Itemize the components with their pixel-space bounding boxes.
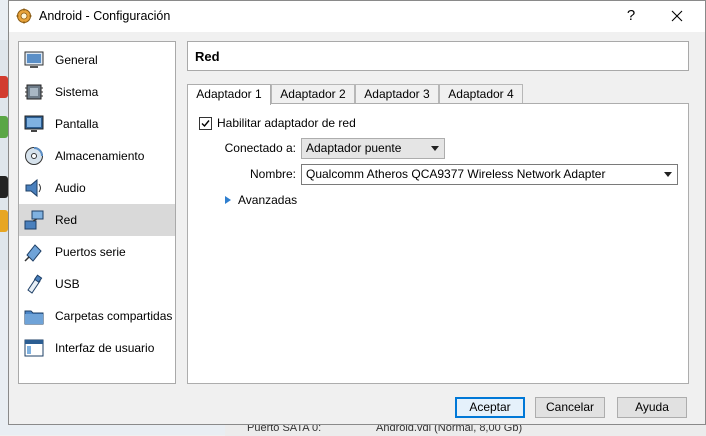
tab-adaptador-3[interactable]: Adaptador 3 [355,84,439,104]
tab-adaptador-4[interactable]: Adaptador 4 [439,84,523,104]
sidebar-item-label: Puertos serie [55,245,126,259]
sidebar-item-puertos-serie[interactable]: Puertos serie [19,236,175,268]
sidebar-item-usb[interactable]: USB [19,268,175,300]
general-icon [24,51,44,68]
title-bar[interactable]: Android - Configuración ? [9,1,705,32]
background-app-icon [0,116,8,138]
tab-adaptador-2[interactable]: Adaptador 2 [271,84,355,104]
sidebar-item-general[interactable]: General [19,44,175,76]
sidebar-item-label: Sistema [55,85,99,99]
sidebar-item-label: General [55,53,98,67]
background-app-icon [0,176,8,198]
adapter-panel: Habilitar adaptador de red Conectado a: … [187,103,689,384]
network-icon [24,210,44,230]
sidebar-item-label: Interfaz de usuario [55,341,155,355]
expand-arrow-icon [225,196,231,204]
page-header: Red [187,41,689,71]
checkmark-icon [201,120,210,128]
advanced-expander[interactable]: Avanzadas [225,193,297,207]
tab-adaptador-1[interactable]: Adaptador 1 [187,84,271,105]
background-app-icon [0,76,8,98]
sidebar-item-carpetas-compartidas[interactable]: Carpetas compartidas [19,300,175,332]
enable-adapter-label[interactable]: Habilitar adaptador de red [217,116,356,130]
help-button[interactable]: Ayuda [617,397,687,418]
adapter-name-value: Qualcomm Atheros QCA9377 Wireless Networ… [306,167,606,181]
sidebar-item-label: Carpetas compartidas [55,309,173,323]
chip-icon [25,84,43,100]
chevron-down-icon [431,146,439,151]
close-button[interactable] [667,6,687,26]
accept-button[interactable]: Aceptar [455,397,525,418]
sidebar-item-label: Audio [55,181,86,195]
adapter-name-label: Nombre: [249,167,296,181]
attached-to-value: Adaptador puente [306,141,402,155]
monitor-icon [24,115,44,132]
disk-icon [25,147,43,165]
help-titlebar-button[interactable]: ? [621,6,641,26]
sidebar-item-sistema[interactable]: Sistema [19,76,175,108]
settings-sidebar: General Sistema Pantalla Almacenamiento … [18,41,176,384]
sidebar-item-label: Pantalla [55,117,99,131]
sidebar-item-audio[interactable]: Audio [19,172,175,204]
serial-port-icon [24,244,42,262]
sidebar-item-pantalla[interactable]: Pantalla [19,108,175,140]
sidebar-item-interfaz-de-usuario[interactable]: Interfaz de usuario [19,332,175,364]
sidebar-item-label: Red [55,213,78,227]
background-app-icon [0,210,8,232]
page-title: Red [195,49,220,64]
usb-icon [27,274,43,294]
enable-adapter-checkbox[interactable] [199,117,212,130]
window-title: Android - Configuración [39,9,171,23]
attached-to-label: Conectado a: [224,141,296,155]
sidebar-item-label: USB [55,277,80,291]
advanced-label: Avanzadas [238,193,298,207]
speaker-icon [25,178,41,198]
sidebar-item-almacenamiento[interactable]: Almacenamiento [19,140,175,172]
attached-to-select[interactable]: Adaptador puente [301,138,445,159]
settings-dialog: Android - Configuración ? General Sistem… [8,0,706,425]
close-icon [671,10,683,22]
adapter-name-select[interactable]: Qualcomm Atheros QCA9377 Wireless Networ… [301,164,678,185]
window-icon [24,339,44,357]
chevron-down-icon [664,172,672,177]
sidebar-item-label: Almacenamiento [55,149,145,163]
virtualbox-gear-icon [16,8,32,24]
cancel-button[interactable]: Cancelar [535,397,605,418]
sidebar-item-red[interactable]: Red [19,204,175,236]
folder-icon [24,310,44,325]
